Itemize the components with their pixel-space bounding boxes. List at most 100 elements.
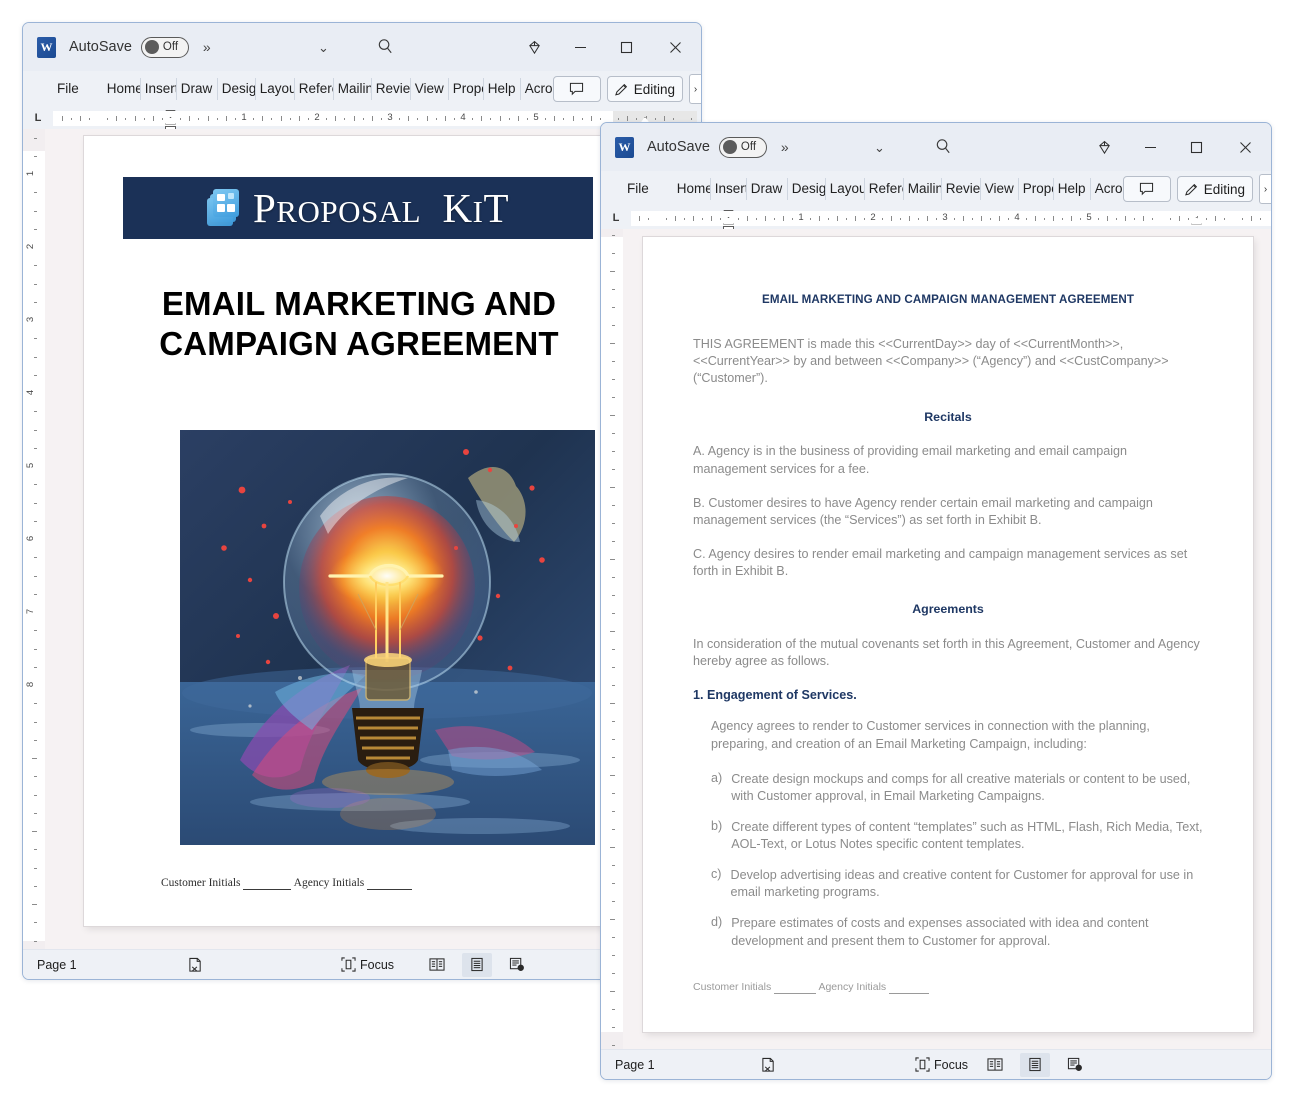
comments-button[interactable] — [552, 76, 601, 102]
ribbon-overflow-chevron[interactable]: › — [1259, 174, 1271, 204]
ruler-tick — [134, 115, 136, 121]
ruler-tick — [554, 115, 556, 121]
tab-insert[interactable]: Insert — [141, 78, 177, 100]
horizontal-ruler[interactable]: L 1 2 3 4 5 — [601, 207, 1271, 233]
agency-initials-line[interactable] — [889, 981, 930, 994]
autosave-label: AutoSave — [647, 139, 710, 155]
tab-file[interactable]: File — [53, 78, 89, 100]
page-scroll-area[interactable]: EMAIL MARKETING AND CAMPAIGN MANAGEMENT … — [623, 229, 1271, 1049]
ruler-tick — [34, 155, 37, 157]
ruler-tick — [837, 215, 838, 221]
tab-view[interactable]: View — [981, 178, 1019, 200]
ruler-tick — [1179, 215, 1180, 221]
read-mode-button[interactable] — [422, 953, 452, 977]
editing-mode-button[interactable]: Editing — [1176, 176, 1253, 202]
search-icon[interactable] — [934, 137, 953, 161]
search-icon[interactable] — [376, 37, 395, 61]
diamond-icon[interactable] — [1081, 123, 1127, 171]
document-text-body[interactable]: EMAIL MARKETING AND CAMPAIGN MANAGEMENT … — [643, 237, 1253, 994]
ruler-tick — [34, 557, 37, 559]
document-page-1[interactable]: PROPOSAL KIT EMAIL MARKETING AND CAMPAIG… — [84, 136, 632, 926]
tab-home[interactable]: Home — [673, 178, 711, 200]
read-mode-button[interactable] — [980, 1053, 1010, 1077]
comments-button[interactable] — [1122, 176, 1171, 202]
maximize-button[interactable] — [1173, 123, 1219, 171]
tab-mailings[interactable]: Mailings — [334, 78, 372, 100]
agency-initials-line[interactable] — [367, 877, 413, 890]
page-indicator[interactable]: Page 1 — [37, 958, 77, 972]
ruler-number: 1 — [25, 170, 37, 177]
ruler-tick — [1152, 217, 1153, 220]
tab-stop-selector[interactable]: L — [601, 212, 631, 224]
autosave-state: Off — [162, 41, 179, 53]
ruler-tick — [426, 115, 428, 121]
focus-button[interactable]: Focus — [341, 957, 394, 972]
tab-layout[interactable]: Layout — [826, 178, 865, 200]
autosave-toggle[interactable]: Off — [140, 36, 189, 58]
close-button[interactable] — [649, 23, 701, 71]
lightbulb-image[interactable] — [180, 430, 595, 845]
print-layout-button[interactable] — [462, 952, 492, 977]
tab-design[interactable]: Design — [788, 178, 826, 200]
more-commands-icon[interactable]: » — [781, 139, 789, 155]
tab-proposal-kit[interactable]: Proposal Kit — [1019, 178, 1054, 200]
vertical-ruler[interactable] — [601, 229, 623, 1049]
proofing-errors-icon[interactable] — [761, 1057, 776, 1073]
editing-mode-button[interactable]: Editing — [606, 76, 683, 102]
ruler-tick — [792, 217, 793, 220]
tab-mailings[interactable]: Mailings — [904, 178, 942, 200]
ruler-tick — [990, 217, 991, 220]
ruler-tick — [34, 502, 37, 504]
tab-layout[interactable]: Layout — [256, 78, 295, 100]
tab-insert[interactable]: Insert — [711, 178, 747, 200]
word-app-icon[interactable]: W — [37, 36, 56, 58]
ruler-tick — [612, 685, 615, 686]
document-page-1[interactable]: EMAIL MARKETING AND CAMPAIGN MANAGEMENT … — [643, 237, 1253, 1032]
close-button[interactable] — [1219, 123, 1271, 171]
print-layout-button[interactable] — [1020, 1052, 1050, 1077]
customer-initials-line[interactable] — [243, 877, 292, 890]
ruler-tick — [289, 117, 291, 120]
vertical-ruler[interactable]: 1 2 3 4 5 6 7 8 — [23, 129, 45, 949]
customer-initials-line[interactable] — [774, 981, 817, 994]
web-layout-button[interactable] — [502, 953, 532, 977]
tab-review[interactable]: Review — [942, 178, 981, 200]
page-indicator[interactable]: Page 1 — [615, 1058, 655, 1072]
tab-proposal-kit[interactable]: Proposal Kit — [449, 78, 484, 100]
ruler-tick — [1143, 215, 1144, 221]
tab-stop-selector[interactable]: L — [23, 112, 53, 124]
horizontal-ruler[interactable]: L 1 2 3 4 5 — [23, 107, 701, 133]
autosave-toggle[interactable]: Off — [718, 136, 767, 158]
chevron-down-icon[interactable]: ⌄ — [874, 140, 885, 156]
tab-design[interactable]: Design — [218, 78, 256, 100]
tab-draw[interactable]: Draw — [177, 78, 218, 100]
tab-review[interactable]: Review — [372, 78, 411, 100]
tab-references[interactable]: References — [295, 78, 334, 100]
tab-acrobat[interactable]: Acrobat — [521, 78, 557, 100]
word-app-icon[interactable]: W — [615, 136, 634, 158]
title-bar: W AutoSave Off » ⌄ — [601, 123, 1271, 171]
word-window-agreement-document[interactable]: W AutoSave Off » ⌄ File Home Insert Draw… — [600, 122, 1272, 1080]
web-layout-button[interactable] — [1060, 1053, 1090, 1077]
diamond-icon[interactable] — [511, 23, 557, 71]
ruler-tick — [79, 115, 81, 121]
ribbon-overflow-chevron[interactable]: › — [689, 74, 701, 104]
tab-file[interactable]: File — [623, 178, 659, 200]
ruler-tick — [545, 117, 547, 120]
minimize-button[interactable] — [557, 23, 603, 71]
minimize-button[interactable] — [1127, 123, 1173, 171]
tab-references[interactable]: References — [865, 178, 904, 200]
chevron-down-icon[interactable]: ⌄ — [318, 40, 329, 56]
proofing-errors-icon[interactable] — [188, 957, 203, 973]
ruler-tick — [1080, 217, 1081, 220]
focus-button[interactable]: Focus — [915, 1057, 968, 1072]
more-commands-icon[interactable]: » — [203, 39, 211, 55]
tab-view[interactable]: View — [411, 78, 449, 100]
maximize-button[interactable] — [603, 23, 649, 71]
tab-home[interactable]: Home — [103, 78, 141, 100]
tab-help[interactable]: Help — [484, 78, 521, 100]
tab-draw[interactable]: Draw — [747, 178, 788, 200]
tab-help[interactable]: Help — [1054, 178, 1091, 200]
tab-acrobat[interactable]: Acrobat — [1091, 178, 1127, 200]
ruler-tick — [526, 117, 528, 120]
